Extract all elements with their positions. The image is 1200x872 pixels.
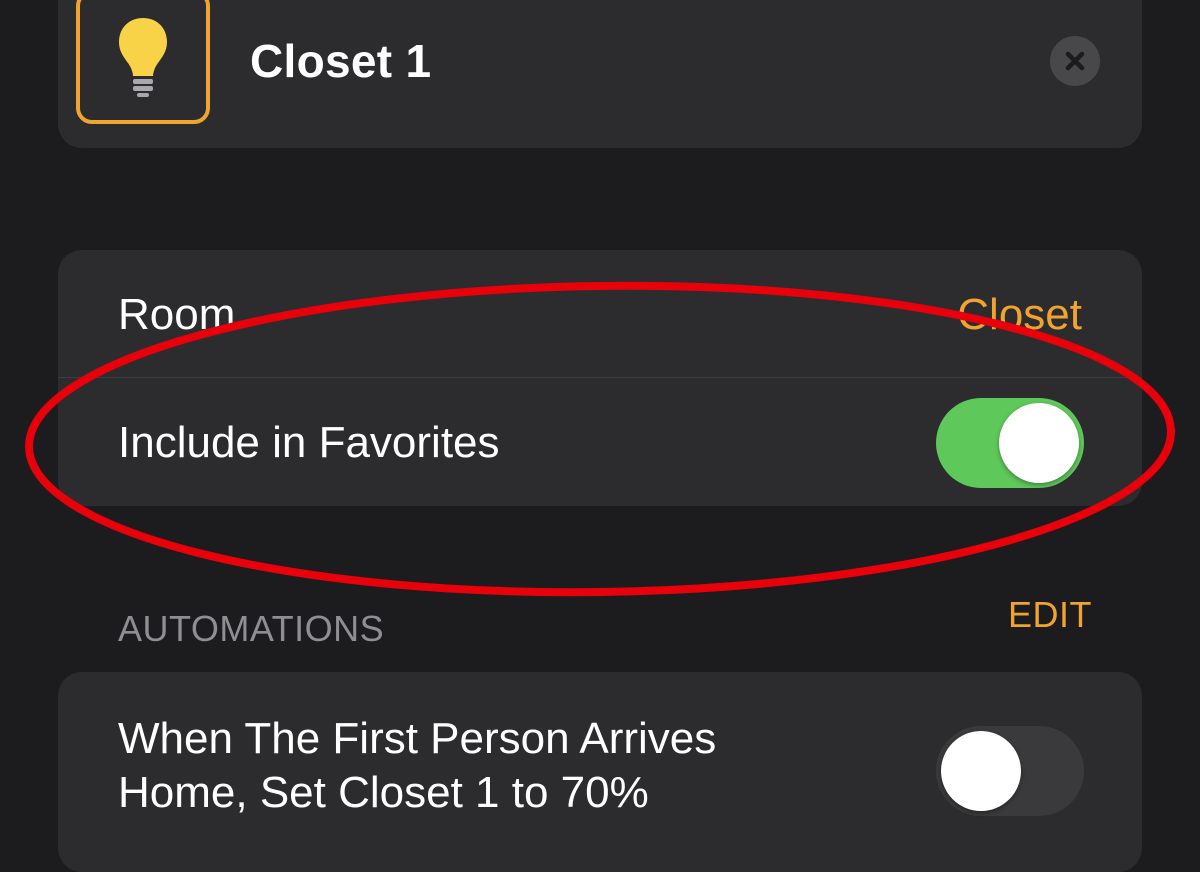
automations-section-header: AUTOMATIONS [118,608,385,649]
accessory-tile[interactable] [76,0,210,124]
automation-toggle[interactable] [936,726,1084,816]
automation-card: When The First Person Arrives Home, Set … [58,672,1142,872]
room-label: Room [118,290,236,339]
room-value[interactable]: Closet [957,288,1082,342]
lightbulb-icon [119,18,167,97]
toggle-knob [941,731,1021,811]
accessory-name[interactable]: Closet 1 [250,34,431,88]
close-icon [1065,51,1085,71]
automation-item-text[interactable]: When The First Person Arrives Home, Set … [118,712,838,820]
favorites-toggle[interactable] [936,398,1084,488]
close-button[interactable] [1050,36,1100,86]
favorites-label: Include in Favorites [118,418,500,467]
toggle-knob [999,403,1079,483]
favorites-row: Include in Favorites [58,378,1142,506]
automations-edit-button[interactable]: EDIT [1008,594,1092,636]
accessory-header-card [58,0,1142,148]
room-row[interactable]: Room Closet [58,250,1142,378]
